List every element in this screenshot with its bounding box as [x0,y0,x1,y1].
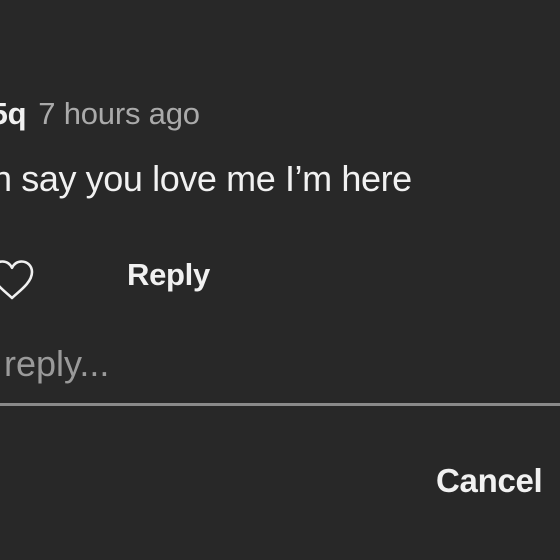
reply-button[interactable]: Reply [127,257,210,293]
reply-input[interactable] [0,335,560,393]
comment-thread: -h5q 7 hours ago n say you love me I’m h… [0,0,560,560]
like-button[interactable] [0,255,38,305]
reply-input-underline [0,403,560,406]
comment-author[interactable]: -h5q [0,96,27,132]
comment-text: n say you love me I’m here [0,158,412,199]
cancel-button[interactable]: Cancel [436,462,543,500]
comment-header: -h5q 7 hours ago [0,96,200,138]
heart-outline-icon [0,260,34,300]
comment-timestamp[interactable]: 7 hours ago [38,96,200,132]
